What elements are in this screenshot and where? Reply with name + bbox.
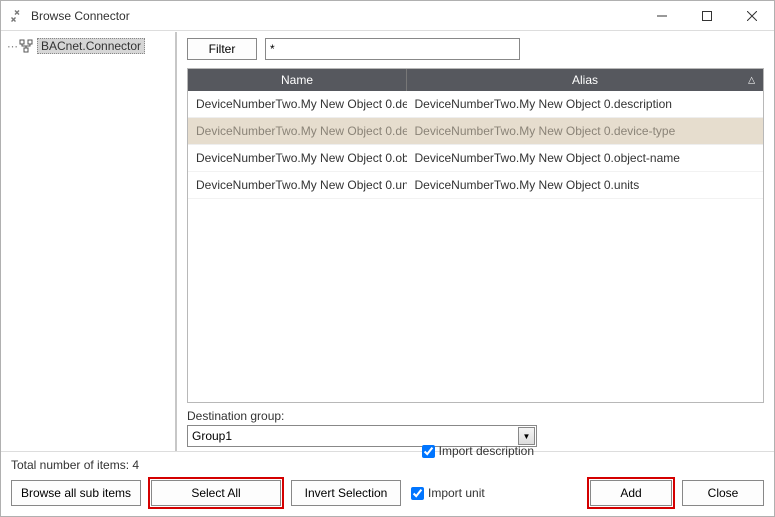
cell-name: DeviceNumberTwo.My New Object 0.units bbox=[188, 172, 407, 199]
import-unit-input[interactable] bbox=[411, 487, 424, 500]
minimize-button[interactable] bbox=[639, 1, 684, 30]
main-panel: Filter Name Alias △ DeviceNumberTwo.My Ne… bbox=[177, 32, 774, 451]
sort-indicator-icon: △ bbox=[748, 75, 755, 86]
column-header-name-label: Name bbox=[281, 73, 313, 87]
close-window-button[interactable] bbox=[729, 1, 774, 30]
window-controls bbox=[639, 1, 774, 30]
destination-group-value: Group1 bbox=[192, 429, 232, 443]
cell-alias: DeviceNumberTwo.My New Object 0.units bbox=[407, 172, 764, 199]
chevron-down-icon: ▼ bbox=[518, 427, 535, 445]
destination-group-row: Destination group: Group1 ▼ bbox=[187, 409, 764, 447]
add-button[interactable]: Add bbox=[590, 480, 672, 506]
table-empty-area bbox=[188, 199, 763, 402]
app-icon bbox=[9, 8, 25, 24]
window-title: Browse Connector bbox=[31, 9, 639, 23]
table-row[interactable]: DeviceNumberTwo.My New Object 0.descri D… bbox=[188, 91, 763, 118]
import-description-checkbox[interactable]: Import description bbox=[422, 444, 534, 458]
cell-name: DeviceNumberTwo.My New Object 0.device bbox=[188, 118, 407, 145]
titlebar: Browse Connector bbox=[1, 1, 774, 31]
total-items-label: Total number of items: 4 bbox=[11, 458, 139, 472]
invert-selection-button[interactable]: Invert Selection bbox=[291, 480, 401, 506]
filter-input[interactable] bbox=[265, 38, 520, 60]
select-all-button[interactable]: Select All bbox=[151, 480, 281, 506]
connector-tree: ⋯ BACnet.Connector bbox=[1, 32, 177, 451]
cell-name: DeviceNumberTwo.My New Object 0.descri bbox=[188, 91, 407, 118]
close-button[interactable]: Close bbox=[682, 480, 764, 506]
cell-alias: DeviceNumberTwo.My New Object 0.descript… bbox=[407, 91, 764, 118]
results-table: Name Alias △ DeviceNumberTwo.My New Objec… bbox=[187, 68, 764, 403]
import-description-label: Import description bbox=[439, 444, 534, 458]
filter-row: Filter bbox=[187, 38, 764, 60]
maximize-button[interactable] bbox=[684, 1, 729, 30]
column-header-alias[interactable]: Alias △ bbox=[407, 69, 764, 91]
tree-node-bacnet-connector[interactable]: ⋯ BACnet.Connector bbox=[1, 36, 175, 56]
import-unit-checkbox[interactable]: Import unit bbox=[411, 486, 485, 500]
table-row[interactable]: DeviceNumberTwo.My New Object 0.object D… bbox=[188, 145, 763, 172]
tree-expander-icon: ⋯ bbox=[7, 40, 17, 53]
cell-alias: DeviceNumberTwo.My New Object 0.object-n… bbox=[407, 145, 764, 172]
filter-button[interactable]: Filter bbox=[187, 38, 257, 60]
column-header-alias-label: Alias bbox=[572, 73, 598, 87]
content-area: ⋯ BACnet.Connector Filter bbox=[1, 31, 774, 451]
cell-alias: DeviceNumberTwo.My New Object 0.device-t… bbox=[407, 118, 764, 145]
destination-group-label: Destination group: bbox=[187, 409, 764, 423]
cell-name: DeviceNumberTwo.My New Object 0.object bbox=[188, 145, 407, 172]
footer: Total number of items: 4 Import descript… bbox=[1, 451, 774, 516]
import-unit-label: Import unit bbox=[428, 486, 485, 500]
browse-all-sub-items-button[interactable]: Browse all sub items bbox=[11, 480, 141, 506]
column-header-name[interactable]: Name bbox=[188, 69, 407, 91]
table-row[interactable]: DeviceNumberTwo.My New Object 0.device D… bbox=[188, 118, 763, 145]
connector-icon bbox=[19, 39, 33, 53]
table-row[interactable]: DeviceNumberTwo.My New Object 0.units De… bbox=[188, 172, 763, 199]
tree-node-label: BACnet.Connector bbox=[37, 38, 145, 54]
import-description-input[interactable] bbox=[422, 445, 435, 458]
